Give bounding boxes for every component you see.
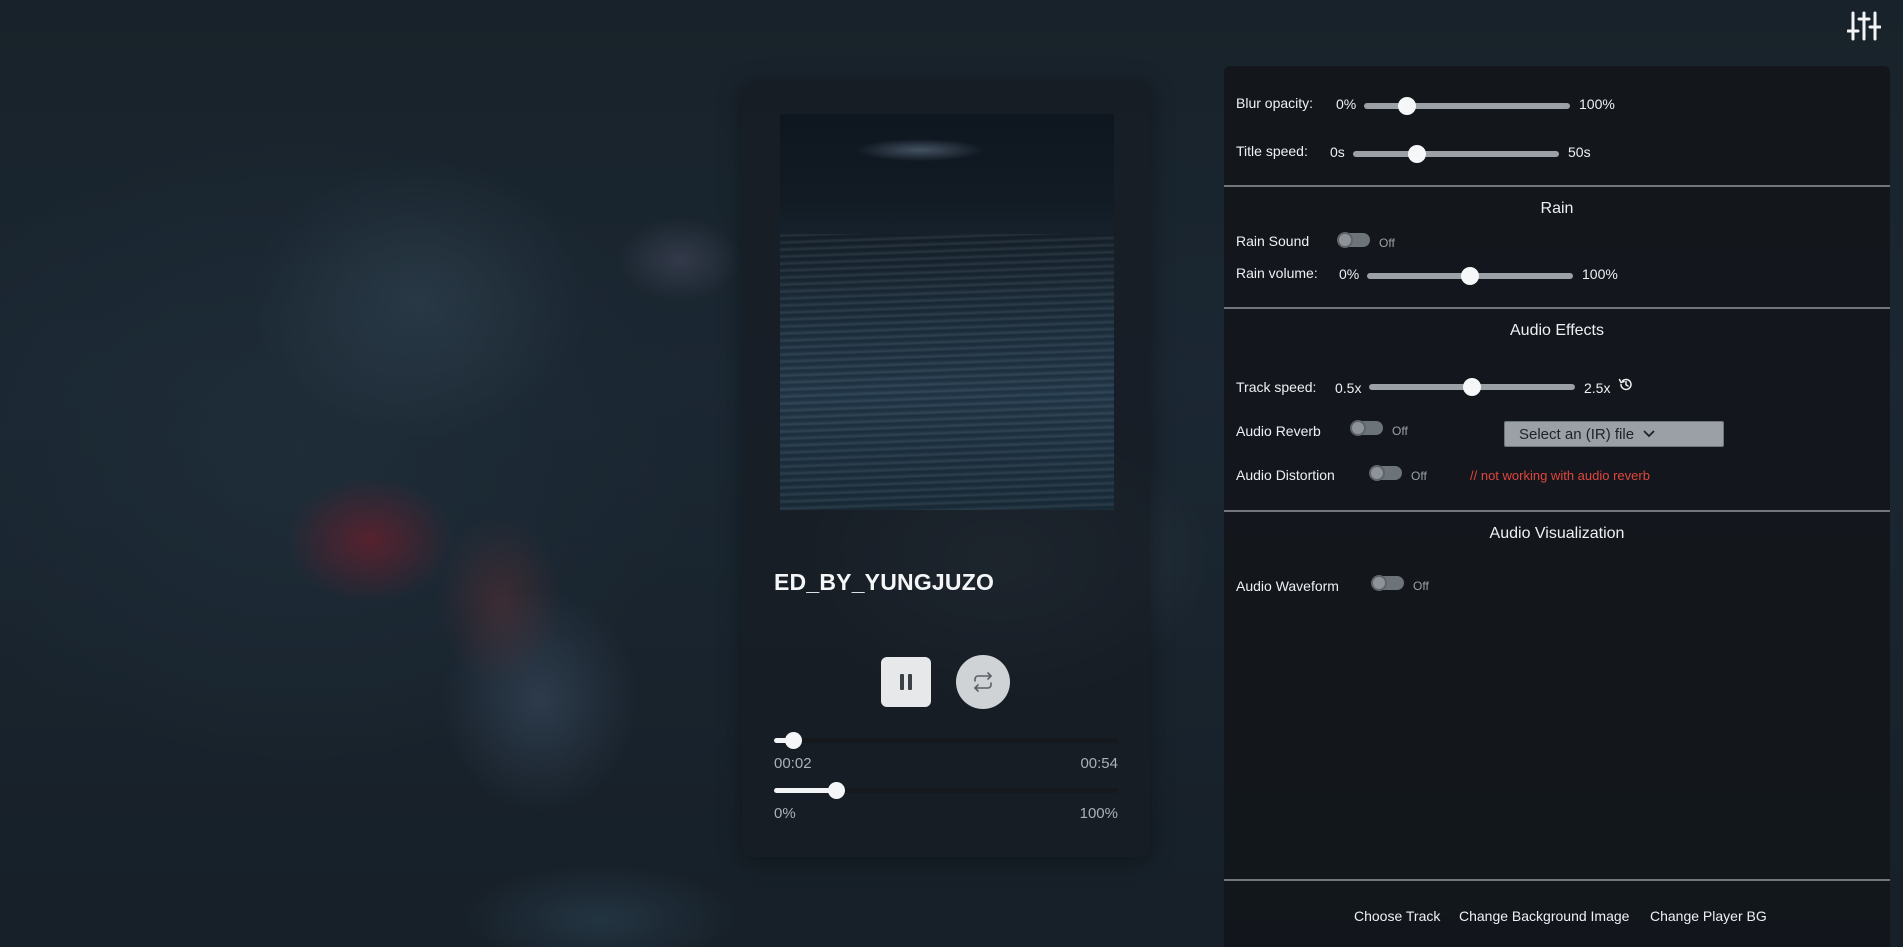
- audio-distortion-label: Audio Distortion: [1236, 467, 1335, 483]
- volume-thumb[interactable]: [827, 782, 845, 799]
- audio-reverb-state: Off: [1392, 424, 1408, 438]
- pause-button[interactable]: [881, 657, 931, 707]
- audio-distortion-toggle[interactable]: [1369, 465, 1402, 481]
- rain-volume-slider[interactable]: [1367, 267, 1573, 285]
- distortion-warning: // not working with audio reverb: [1470, 468, 1650, 483]
- rain-section-title: Rain: [1540, 200, 1574, 217]
- track-speed-min: 0.5x: [1335, 380, 1362, 396]
- rain-sound-toggle[interactable]: [1337, 232, 1370, 248]
- volume-fill: [774, 788, 836, 793]
- track-title: ED_BY_YUNGJUZO: [774, 569, 995, 595]
- total-time: 00:54: [1080, 755, 1118, 772]
- sliders-icon[interactable]: [1846, 10, 1882, 42]
- divider: [1224, 307, 1890, 309]
- rain-sound-state: Off: [1379, 236, 1395, 250]
- change-background-link[interactable]: Change Background Image: [1459, 908, 1629, 924]
- progress-slider[interactable]: [774, 732, 1118, 749]
- ir-file-select[interactable]: Select an (IR) file: [1504, 421, 1724, 447]
- rain-sound-label: Rain Sound: [1236, 233, 1310, 249]
- pause-icon: [900, 674, 912, 690]
- audio-waveform-toggle[interactable]: [1371, 575, 1404, 591]
- audio-waveform-label: Audio Waveform: [1236, 578, 1339, 594]
- music-player-card: ED_BY_YUNGJUZO 00:02 00:54 0% 100%: [742, 81, 1150, 857]
- repeat-icon: [974, 672, 992, 692]
- volume-max-label: 100%: [1079, 805, 1118, 822]
- track-speed-label: Track speed:: [1236, 379, 1317, 395]
- rain-volume-knob[interactable]: [1461, 267, 1479, 285]
- blur-opacity-max: 100%: [1579, 96, 1615, 112]
- divider: [1224, 185, 1890, 187]
- volume-slider[interactable]: [774, 782, 1118, 799]
- repeat-button[interactable]: [956, 655, 1010, 709]
- volume-min-label: 0%: [774, 805, 796, 822]
- blur-opacity-min: 0%: [1336, 96, 1357, 112]
- blur-opacity-slider[interactable]: [1364, 97, 1570, 115]
- title-speed-max: 50s: [1568, 144, 1591, 160]
- audio-reverb-toggle[interactable]: [1350, 420, 1383, 436]
- rain-volume-label: Rain volume:: [1236, 265, 1318, 281]
- divider: [1224, 879, 1890, 881]
- chevron-down-icon: [1642, 426, 1656, 443]
- audio-reverb-label: Audio Reverb: [1236, 423, 1321, 439]
- album-cover: [780, 114, 1114, 510]
- settings-panel: Blur opacity: 0% 100% Title speed: 0s 50…: [1224, 66, 1890, 947]
- track-speed-knob[interactable]: [1463, 378, 1481, 396]
- title-speed-slider[interactable]: [1353, 145, 1559, 163]
- audio-waveform-state: Off: [1413, 579, 1429, 593]
- track-speed-max: 2.5x: [1584, 380, 1611, 396]
- change-player-bg-link[interactable]: Change Player BG: [1650, 908, 1767, 924]
- ir-file-select-label: Select an (IR) file: [1519, 425, 1635, 443]
- ocean-waves: [780, 234, 1114, 510]
- title-speed-label: Title speed:: [1236, 143, 1308, 159]
- choose-track-link[interactable]: Choose Track: [1354, 908, 1440, 924]
- audio-effects-title: Audio Effects: [1510, 322, 1604, 339]
- rain-volume-max: 100%: [1582, 266, 1618, 282]
- current-time: 00:02: [774, 755, 812, 772]
- blur-opacity-label: Blur opacity:: [1236, 95, 1314, 111]
- title-speed-knob[interactable]: [1407, 145, 1426, 163]
- divider: [1224, 510, 1890, 512]
- track-speed-slider[interactable]: [1369, 378, 1575, 396]
- audio-distortion-state: Off: [1411, 469, 1427, 483]
- audio-visualization-title: Audio Visualization: [1489, 525, 1625, 542]
- rain-volume-min: 0%: [1339, 266, 1360, 282]
- title-speed-min: 0s: [1330, 144, 1345, 160]
- reset-history-icon[interactable]: [1618, 377, 1633, 397]
- blur-opacity-knob[interactable]: [1398, 97, 1417, 115]
- progress-thumb[interactable]: [784, 732, 802, 749]
